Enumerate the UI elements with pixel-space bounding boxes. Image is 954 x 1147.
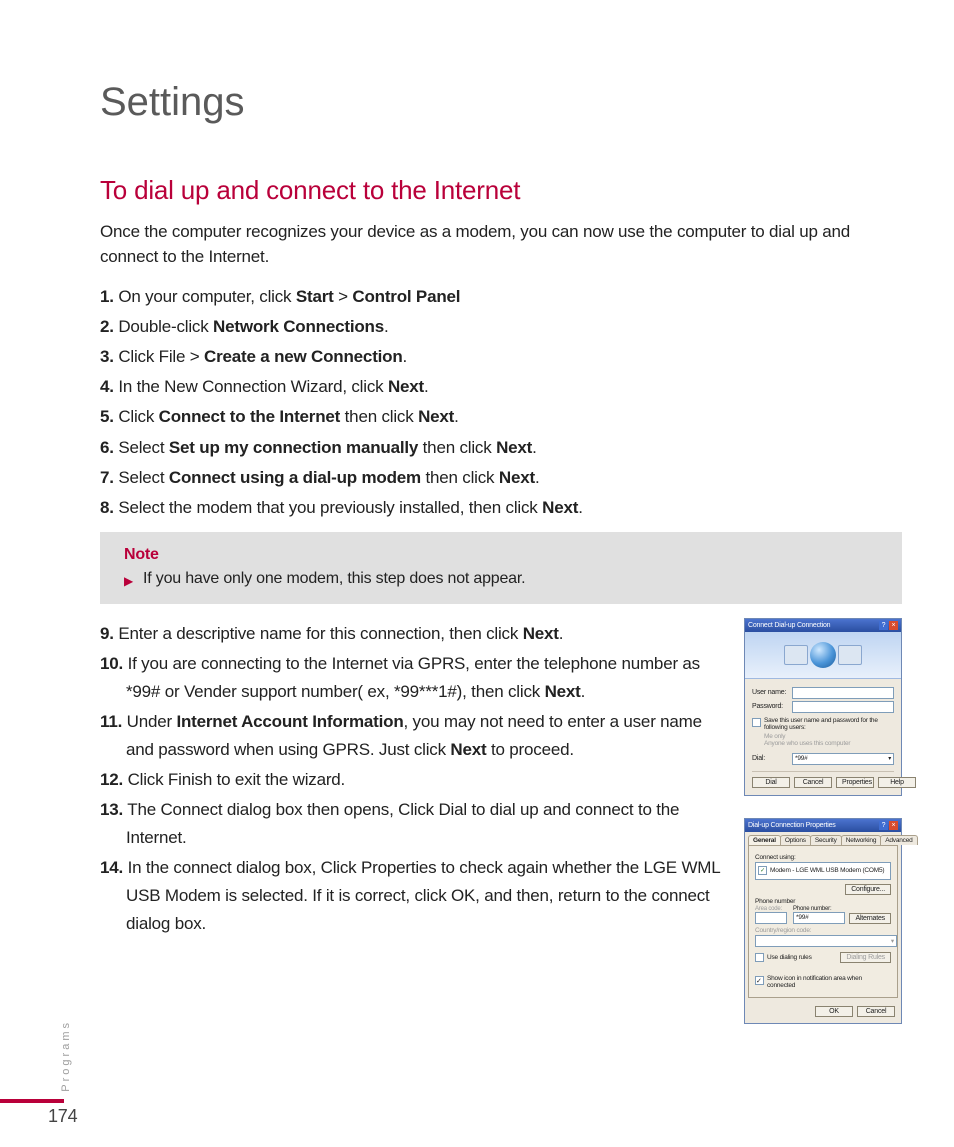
use-dialing-checkbox[interactable] xyxy=(755,953,764,962)
monitor-icon xyxy=(784,645,808,665)
step-2: 2. Double-click Network Connections. xyxy=(100,313,902,341)
me-only-radio: Me only xyxy=(764,733,894,740)
dialing-rules-button: Dialing Rules xyxy=(840,952,891,963)
step-10: 10. If you are connecting to the Interne… xyxy=(100,650,720,706)
intro-paragraph: Once the computer recognizes your device… xyxy=(100,220,902,269)
step-9: 9. Enter a descriptive name for this con… xyxy=(100,620,720,648)
country-label: Country/region code: xyxy=(755,927,891,934)
dialog-title: Dial-up Connection Properties xyxy=(748,822,836,829)
tab-options[interactable]: Options xyxy=(780,835,811,845)
username-input[interactable] xyxy=(792,687,894,699)
save-label: Save this user name and password for the… xyxy=(764,717,894,731)
password-label: Password: xyxy=(752,703,792,710)
phone-section-label: Phone number xyxy=(755,898,891,905)
help-icon[interactable]: ? xyxy=(879,621,888,630)
dial-button[interactable]: Dial xyxy=(752,777,790,788)
side-tab-label: Programs xyxy=(60,1020,72,1092)
tab-bar: General Options Security Networking Adva… xyxy=(748,835,898,845)
note-box: Note ▶ If you have only one modem, this … xyxy=(100,532,902,604)
properties-button[interactable]: Properties xyxy=(836,777,874,788)
close-icon[interactable]: × xyxy=(889,621,898,630)
connection-banner xyxy=(745,632,901,679)
steps-list: 1. On your computer, click Start > Contr… xyxy=(100,283,902,521)
step-11: 11. Under Internet Account Information, … xyxy=(100,708,720,764)
step-13: 13. The Connect dialog box then opens, C… xyxy=(100,796,720,852)
dial-label: Dial: xyxy=(752,755,792,762)
step-14: 14. In the connect dialog box, Click Pro… xyxy=(100,854,720,938)
alternates-button[interactable]: Alternates xyxy=(849,913,891,924)
anyone-radio: Anyone who uses this computer xyxy=(764,740,894,747)
help-icon[interactable]: ? xyxy=(879,821,888,830)
ok-button[interactable]: OK xyxy=(815,1006,853,1017)
note-label: Note xyxy=(124,546,878,564)
step-4: 4. In the New Connection Wizard, click N… xyxy=(100,373,902,401)
show-icon-checkbox[interactable]: ✓ xyxy=(755,976,764,985)
step-12: 12. Click Finish to exit the wizard. xyxy=(100,766,720,794)
connect-using-label: Connect using: xyxy=(755,854,891,861)
step-3: 3. Click File > Create a new Connection. xyxy=(100,343,902,371)
step-1: 1. On your computer, click Start > Contr… xyxy=(100,283,902,311)
dropdown-icon: ▾ xyxy=(891,937,894,945)
properties-dialog: Dial-up Connection Properties ? × Genera… xyxy=(744,818,902,1024)
area-code-input xyxy=(755,912,787,924)
save-checkbox[interactable] xyxy=(752,718,761,727)
country-dropdown: ▾ xyxy=(755,935,897,947)
step-7: 7. Select Connect using a dial-up modem … xyxy=(100,464,902,492)
password-input[interactable] xyxy=(792,701,894,713)
step-5: 5. Click Connect to the Internet then cl… xyxy=(100,403,902,431)
cancel-button[interactable]: Cancel xyxy=(794,777,832,788)
globe-icon xyxy=(810,642,836,668)
show-icon-label: Show icon in notification area when conn… xyxy=(767,975,891,989)
dialog-title: Connect Dial-up Connection xyxy=(748,622,830,629)
tab-general[interactable]: General xyxy=(748,835,781,845)
steps-list-continued: 9. Enter a descriptive name for this con… xyxy=(100,620,720,939)
close-icon[interactable]: × xyxy=(889,821,898,830)
use-dialing-label: Use dialing rules xyxy=(767,954,812,961)
section-title: To dial up and connect to the Internet xyxy=(100,175,902,206)
connect-dialog: Connect Dial-up Connection ? × Use xyxy=(744,618,902,796)
configure-button[interactable]: Configure... xyxy=(845,884,891,895)
monitor-icon xyxy=(838,645,862,665)
step-6: 6. Select Set up my connection manually … xyxy=(100,434,902,462)
tab-advanced[interactable]: Advanced xyxy=(880,835,917,845)
accent-bar xyxy=(0,1099,64,1103)
help-button[interactable]: Help xyxy=(878,777,916,788)
note-text: If you have only one modem, this step do… xyxy=(143,570,525,588)
step-8: 8. Select the modem that you previously … xyxy=(100,494,902,522)
page-number: 174 xyxy=(48,1106,77,1127)
phone-number-input[interactable]: *99# xyxy=(793,912,845,924)
checkmark-icon: ✓ xyxy=(758,866,767,875)
tab-security[interactable]: Security xyxy=(810,835,842,845)
triangle-icon: ▶ xyxy=(124,574,133,588)
page-title: Settings xyxy=(100,80,902,125)
tab-networking[interactable]: Networking xyxy=(841,835,882,845)
cancel-button[interactable]: Cancel xyxy=(857,1006,895,1017)
modem-listbox[interactable]: ✓ Modem - LGE WML USB Modem (COM5) xyxy=(755,862,891,880)
username-label: User name: xyxy=(752,689,792,696)
dropdown-icon[interactable]: ▾ xyxy=(888,755,891,762)
dial-input[interactable]: *99# ▾ xyxy=(792,753,894,765)
